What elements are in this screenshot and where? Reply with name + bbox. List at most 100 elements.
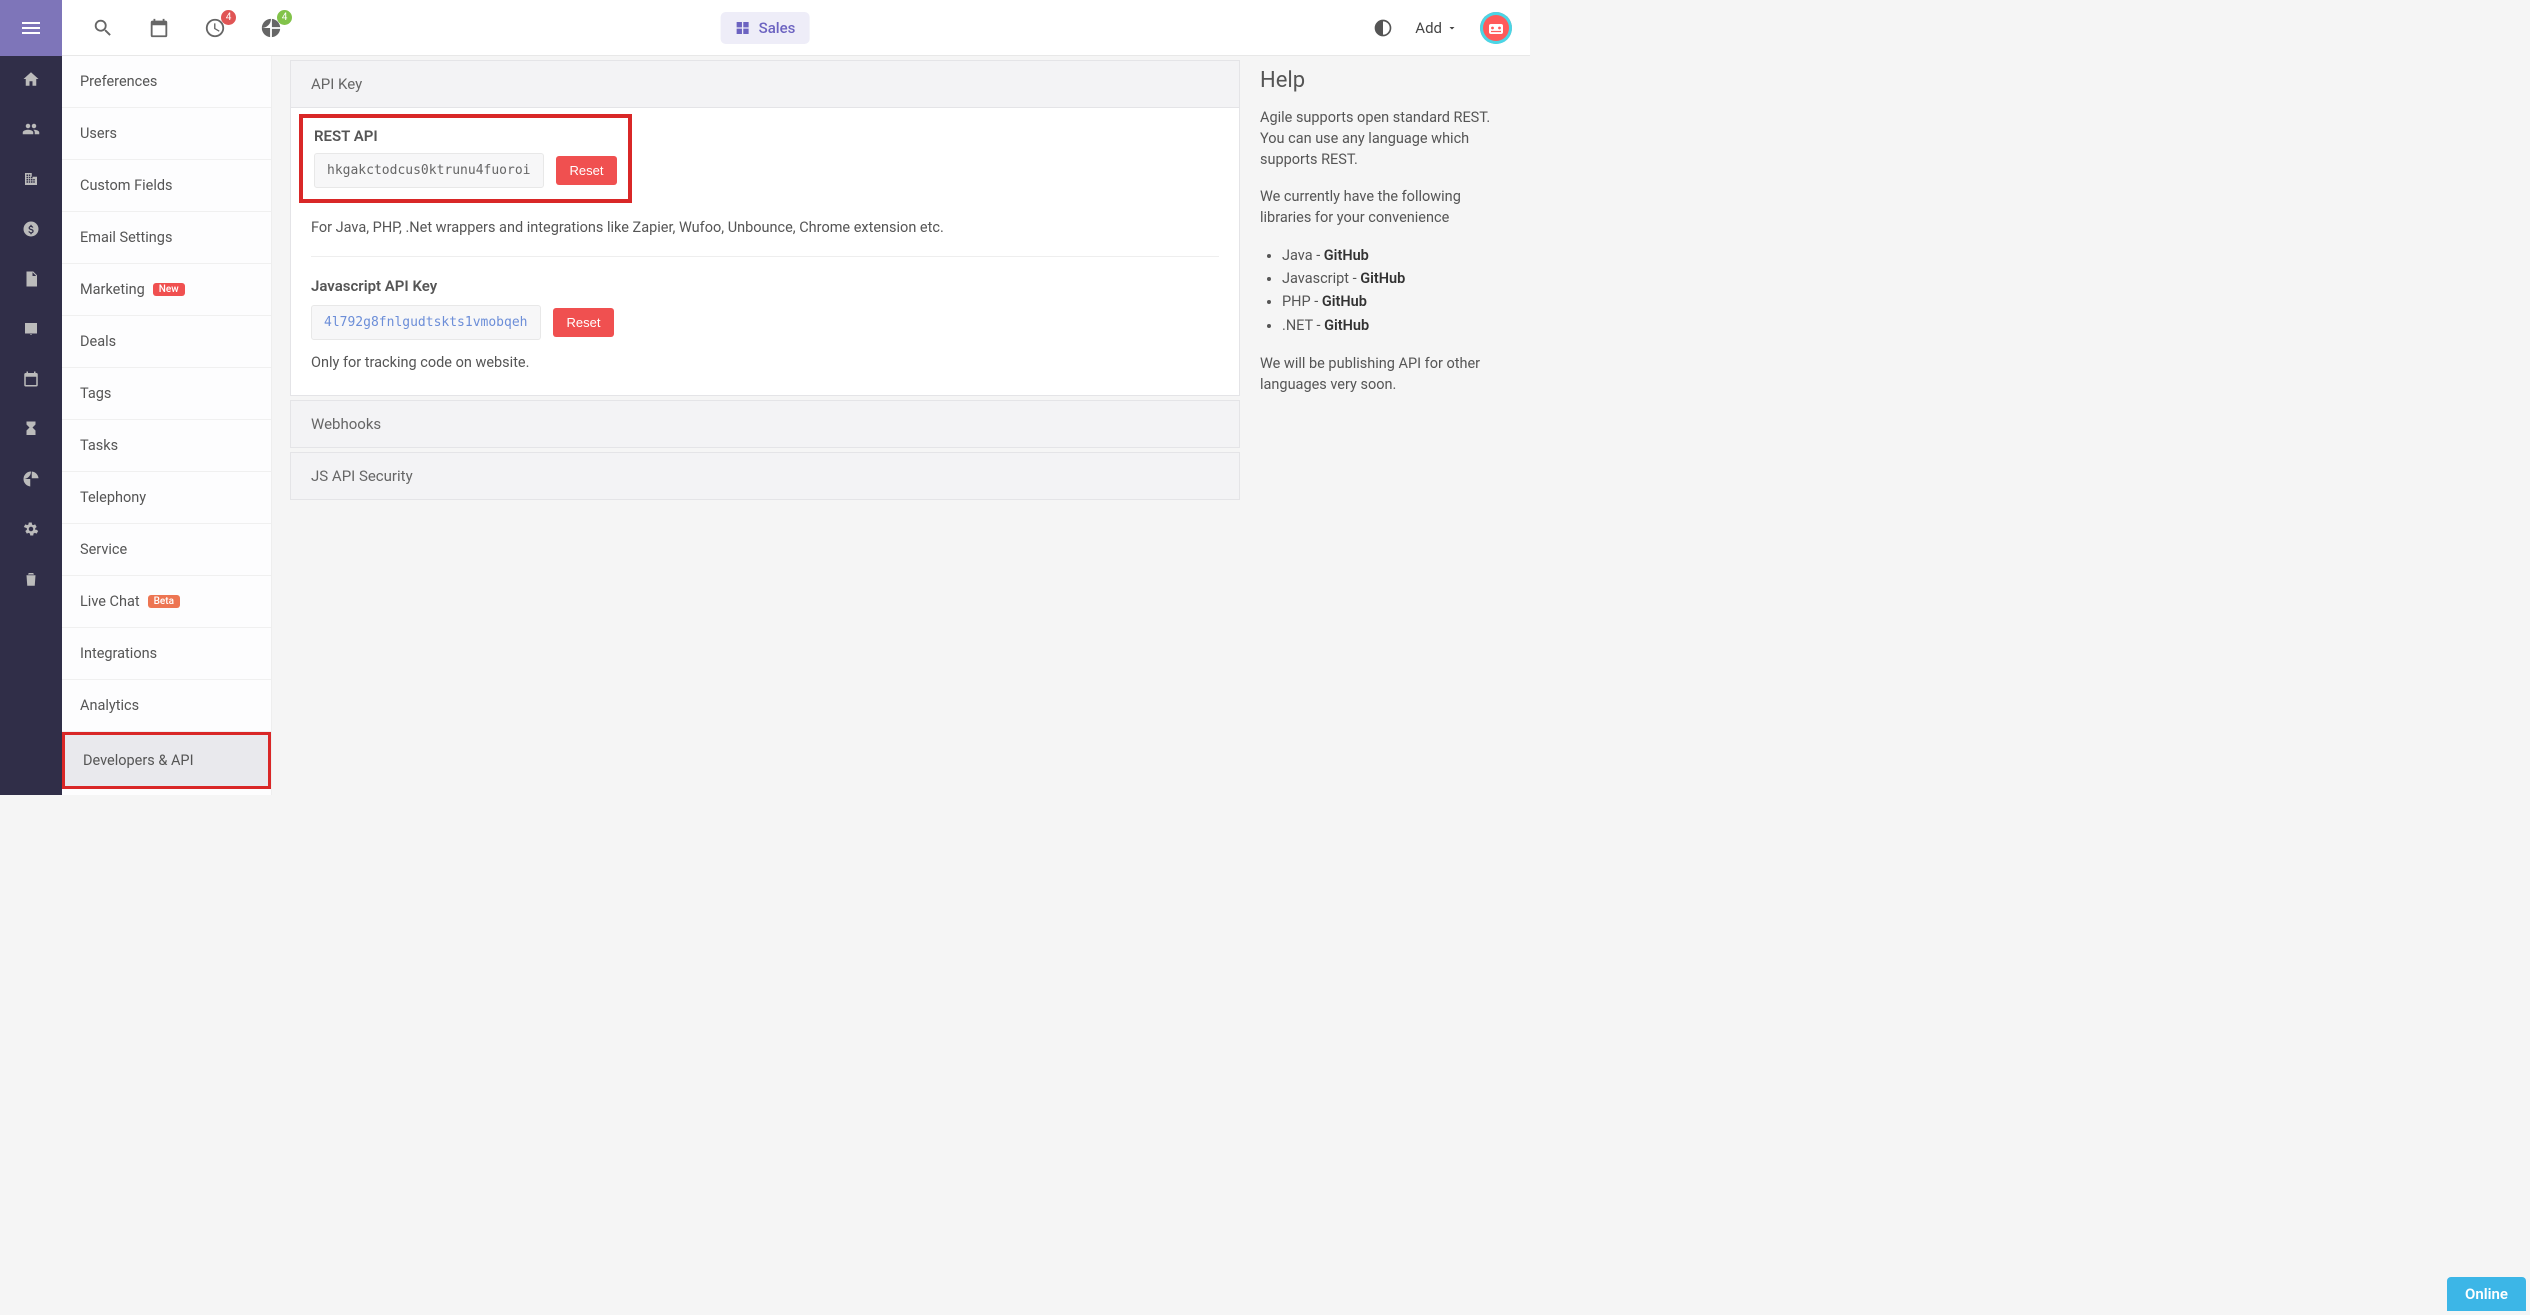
contrast-icon[interactable] <box>1373 18 1393 38</box>
topbar: 4 4 Sales Add <box>0 0 1530 56</box>
home-icon[interactable] <box>22 70 40 88</box>
content: API Key REST API hkgakctodcus0ktrunu4fuo… <box>272 56 1530 795</box>
help-p2: We currently have the following librarie… <box>1260 186 1496 228</box>
settings-item-label: Preferences <box>80 73 157 90</box>
settings-item-label: Users <box>80 125 117 142</box>
chart-button[interactable]: 4 <box>260 17 282 39</box>
settings-item-users[interactable]: Users <box>62 108 271 160</box>
settings-icon[interactable] <box>22 520 40 538</box>
settings-item-label: Custom Fields <box>80 177 173 194</box>
trash-icon[interactable] <box>22 570 40 588</box>
topbar-icons: 4 4 <box>92 17 282 39</box>
hamburger-icon <box>19 16 43 40</box>
settings-item-label: Developers & API <box>83 752 194 769</box>
settings-item-marketing[interactable]: MarketingNew <box>62 264 271 316</box>
hourglass-icon[interactable] <box>22 420 40 438</box>
settings-item-deals[interactable]: Deals <box>62 316 271 368</box>
help-lib-item: Java - GitHub <box>1282 244 1496 267</box>
settings-item-preferences[interactable]: Preferences <box>62 56 271 108</box>
accordion-webhooks[interactable]: Webhooks <box>290 400 1240 448</box>
left-sidebar <box>0 56 62 795</box>
help-lib-lang: .NET <box>1282 317 1313 334</box>
help-lib-link[interactable]: GitHub <box>1322 293 1367 310</box>
chart-badge: 4 <box>277 10 292 25</box>
help-p1: Agile supports open standard REST. You c… <box>1260 107 1496 170</box>
rest-api-value[interactable]: hkgakctodcus0ktrunu4fuoroi <box>314 153 544 188</box>
chevron-down-icon <box>1446 22 1458 34</box>
rest-api-block-highlight: REST API hkgakctodcus0ktrunu4fuoroi Rese… <box>299 114 632 203</box>
js-api-note: Only for tracking code on website. <box>311 354 1219 371</box>
settings-item-service[interactable]: Service <box>62 524 271 576</box>
settings-item-developers-api[interactable]: Developers & API <box>62 732 271 789</box>
settings-item-integrations[interactable]: Integrations <box>62 628 271 680</box>
sales-label: Sales <box>759 19 796 37</box>
accordion-js-security[interactable]: JS API Security <box>290 452 1240 500</box>
avatar[interactable] <box>1480 12 1512 44</box>
settings-item-analytics[interactable]: Analytics <box>62 680 271 732</box>
help-lib-link[interactable]: GitHub <box>1324 247 1369 264</box>
tablet-icon[interactable] <box>22 320 40 338</box>
separator <box>311 256 1219 257</box>
settings-item-label: Integrations <box>80 645 157 662</box>
help-lib-lang: PHP <box>1282 293 1311 310</box>
help-lib-item: PHP - GitHub <box>1282 290 1496 313</box>
top-center: Sales <box>721 12 810 44</box>
settings-item-custom-fields[interactable]: Custom Fields <box>62 160 271 212</box>
help-panel: Help Agile supports open standard REST. … <box>1260 56 1496 775</box>
settings-item-email-settings[interactable]: Email Settings <box>62 212 271 264</box>
deals-icon[interactable] <box>22 220 40 238</box>
help-title: Help <box>1260 68 1496 93</box>
search-icon <box>92 17 114 39</box>
add-dropdown[interactable]: Add <box>1415 19 1458 37</box>
help-lib-link[interactable]: GitHub <box>1360 270 1405 287</box>
timer-badge: 4 <box>221 10 236 25</box>
add-label: Add <box>1415 19 1442 37</box>
timer-button[interactable]: 4 <box>204 17 226 39</box>
settings-item-label: Marketing <box>80 281 145 298</box>
settings-item-label: Analytics <box>80 697 139 714</box>
settings-item-tags[interactable]: Tags <box>62 368 271 420</box>
help-lib-lang: Javascript <box>1282 270 1349 287</box>
rest-api-note: For Java, PHP, .Net wrappers and integra… <box>311 219 1219 236</box>
settings-item-pill: Beta <box>148 595 180 608</box>
settings-item-label: Tags <box>80 385 111 402</box>
accordion-api-key[interactable]: API Key <box>290 60 1240 108</box>
hamburger-button[interactable] <box>0 0 62 56</box>
js-reset-button[interactable]: Reset <box>553 308 615 337</box>
document-icon[interactable] <box>22 270 40 288</box>
settings-item-telephony[interactable]: Telephony <box>62 472 271 524</box>
apps-icon <box>735 20 751 36</box>
settings-item-label: Service <box>80 541 127 558</box>
settings-item-label: Email Settings <box>80 229 172 246</box>
help-lib-item: Javascript - GitHub <box>1282 267 1496 290</box>
avatar-icon <box>1480 12 1512 44</box>
online-status-button[interactable]: Online <box>2447 1277 2526 1311</box>
help-lib-item: .NET - GitHub <box>1282 314 1496 337</box>
contacts-icon[interactable] <box>22 120 40 138</box>
settings-item-label: Tasks <box>80 437 118 454</box>
js-api-value[interactable]: 4l792g8fnlgudtskts1vmobqeh <box>311 305 541 340</box>
content-left: API Key REST API hkgakctodcus0ktrunu4fuo… <box>290 56 1240 775</box>
search-button[interactable] <box>92 17 114 39</box>
settings-item-label: Live Chat <box>80 593 140 610</box>
settings-item-tasks[interactable]: Tasks <box>62 420 271 472</box>
api-key-body: REST API hkgakctodcus0ktrunu4fuoroi Rese… <box>290 108 1240 396</box>
help-lib-link[interactable]: GitHub <box>1324 317 1369 334</box>
calendar-icon <box>148 17 170 39</box>
settings-item-live-chat[interactable]: Live Chat Beta <box>62 576 271 628</box>
sales-dropdown[interactable]: Sales <box>721 12 810 44</box>
settings-item-label: Deals <box>80 333 116 350</box>
calendar-button[interactable] <box>148 17 170 39</box>
settings-nav: Preferences Users Custom Fields Email Setti… <box>62 56 272 795</box>
reports-icon[interactable] <box>22 470 40 488</box>
settings-item-label: Telephony <box>80 489 146 506</box>
rest-api-title: REST API <box>314 127 617 145</box>
js-api-title: Javascript API Key <box>311 277 1219 295</box>
company-icon[interactable] <box>22 170 40 188</box>
rest-reset-button[interactable]: Reset <box>556 156 618 185</box>
help-lib-list: Java - GitHubJavascript - GitHubPHP - Gi… <box>1282 244 1496 337</box>
main-area: Preferences Users Custom Fields Email Setti… <box>0 56 1530 795</box>
topbar-right: Add <box>1373 12 1512 44</box>
help-lib-lang: Java <box>1282 247 1313 264</box>
calendar-icon[interactable] <box>22 370 40 388</box>
